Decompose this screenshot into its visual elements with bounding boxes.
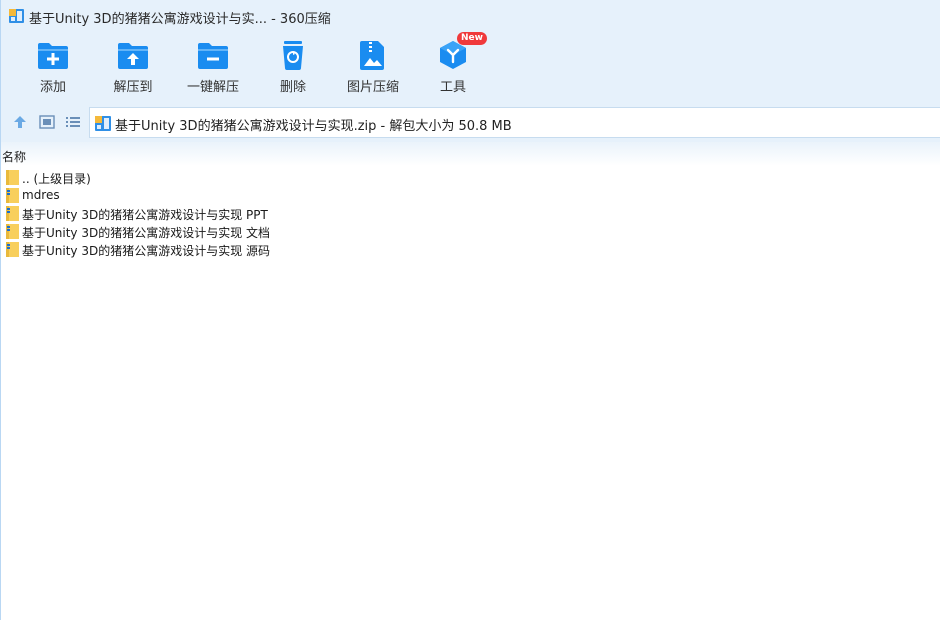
- delete-button-label: 删除: [279, 80, 306, 95]
- image-compress-button-label: 图片压缩: [346, 80, 399, 95]
- folder-zip-icon: [6, 224, 19, 239]
- folder-extract-icon: [118, 43, 148, 69]
- view-thumbnail-icon[interactable]: [38, 113, 56, 131]
- archive-icon: [9, 9, 24, 23]
- column-name-header[interactable]: 名称: [2, 148, 26, 165]
- view-list-icon[interactable]: [64, 113, 82, 131]
- folder-add-icon: [38, 43, 68, 69]
- address-row: 基于Unity 3D的猪猪公寓游戏设计与实现.zip - 解包大小为 50.8 …: [1, 104, 940, 142]
- list-item[interactable]: 基于Unity 3D的猪猪公寓游戏设计与实现 PPT: [1, 204, 940, 222]
- image-compress-button[interactable]: 图片压缩: [333, 34, 413, 100]
- list-item[interactable]: mdres: [1, 186, 940, 204]
- archive-icon: [95, 116, 111, 131]
- title-bar: 基于Unity 3D的猪猪公寓游戏设计与实... - 360压缩: [1, 0, 940, 34]
- file-list: .. (上级目录) mdres 基于Unity 3D的猪猪公寓游戏设计与实现 P…: [1, 168, 940, 258]
- add-button[interactable]: 添加: [13, 34, 93, 100]
- new-badge: New: [457, 32, 487, 45]
- folder-icon: [6, 170, 19, 185]
- file-name: 基于Unity 3D的猪猪公寓游戏设计与实现 源码: [22, 244, 271, 258]
- window-title: 基于Unity 3D的猪猪公寓游戏设计与实... - 360压缩: [29, 12, 331, 27]
- list-item[interactable]: 基于Unity 3D的猪猪公寓游戏设计与实现 源码: [1, 240, 940, 258]
- folder-zip-icon: [6, 242, 19, 257]
- extract-to-button-label: 解压到: [113, 80, 153, 95]
- folder-zip-icon: [6, 206, 19, 221]
- address-bar[interactable]: 基于Unity 3D的猪猪公寓游戏设计与实现.zip - 解包大小为 50.8 …: [89, 107, 940, 138]
- file-name: .. (上级目录): [22, 172, 91, 186]
- file-name: 基于Unity 3D的猪猪公寓游戏设计与实现 文档: [22, 226, 271, 240]
- file-name: mdres: [22, 188, 60, 202]
- quick-extract-button[interactable]: 一键解压: [173, 34, 253, 100]
- folder-zip-icon: [6, 188, 19, 203]
- arrow-up-icon[interactable]: [11, 113, 29, 131]
- quick-extract-button-label: 一键解压: [186, 80, 239, 95]
- extract-to-button[interactable]: 解压到: [93, 34, 173, 100]
- add-button-label: 添加: [39, 80, 66, 95]
- list-item[interactable]: .. (上级目录): [1, 168, 940, 186]
- address-text: 基于Unity 3D的猪猪公寓游戏设计与实现.zip - 解包大小为 50.8 …: [115, 119, 512, 134]
- image-compress-icon: [360, 41, 384, 70]
- app-window: 基于Unity 3D的猪猪公寓游戏设计与实... - 360压缩 添加 解压到: [0, 0, 940, 620]
- tools-button-label: 工具: [439, 80, 466, 95]
- delete-button[interactable]: 删除: [253, 34, 333, 100]
- trash-icon: [283, 41, 303, 70]
- toolbar: 添加 解压到 一键解压 删除 图片压缩 New 工具: [1, 32, 940, 104]
- folder-quick-extract-icon: [198, 43, 228, 69]
- tools-button[interactable]: New 工具: [413, 32, 493, 100]
- column-header: 名称: [1, 142, 940, 166]
- list-item[interactable]: 基于Unity 3D的猪猪公寓游戏设计与实现 文档: [1, 222, 940, 240]
- file-name: 基于Unity 3D的猪猪公寓游戏设计与实现 PPT: [22, 208, 268, 222]
